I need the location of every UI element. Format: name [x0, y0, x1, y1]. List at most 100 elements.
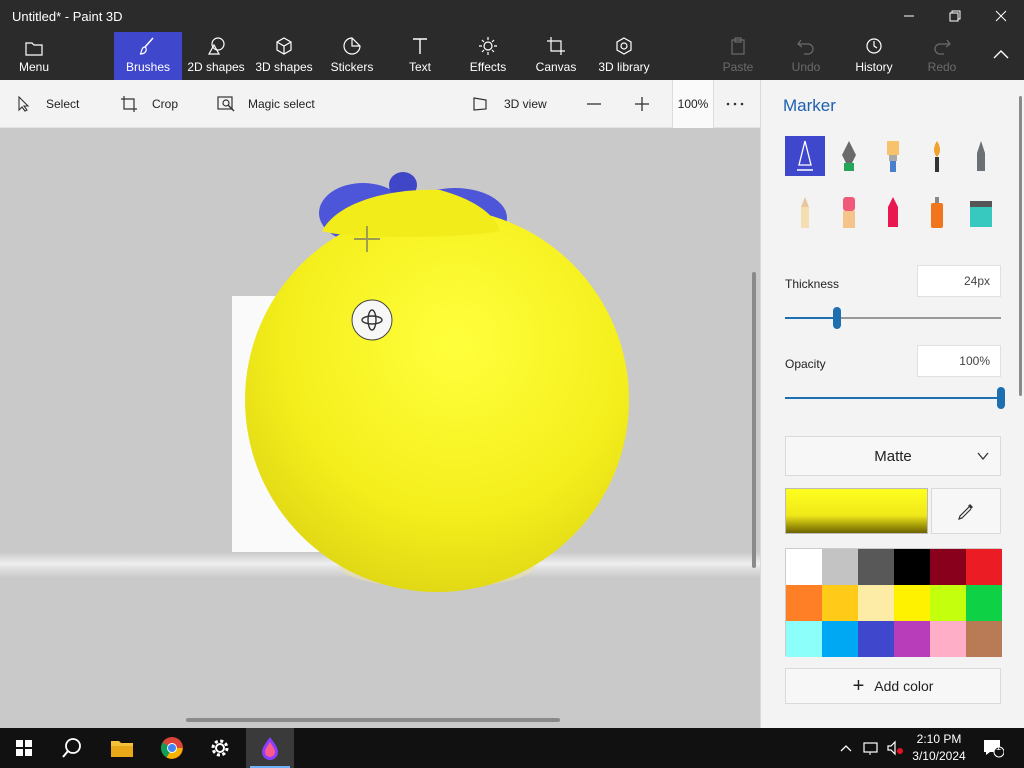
spray-can-brush[interactable]	[917, 192, 957, 232]
color-swatch[interactable]	[786, 585, 822, 621]
color-swatch[interactable]	[858, 549, 894, 585]
color-swatch[interactable]	[786, 549, 822, 585]
ribbon-3d-library[interactable]: 3D library	[590, 32, 658, 80]
volume-button[interactable]	[884, 728, 906, 768]
rotate-handle-icon[interactable]	[350, 298, 394, 342]
chrome-button[interactable]	[148, 728, 196, 768]
crayon-icon	[888, 197, 898, 227]
color-swatch[interactable]	[894, 549, 930, 585]
minimize-icon	[904, 15, 914, 17]
magic-select-tool[interactable]: Magic select	[216, 80, 315, 128]
canvas-crop-icon	[547, 37, 565, 55]
color-swatch[interactable]	[822, 621, 858, 657]
color-palette	[785, 548, 1002, 657]
restore-button[interactable]	[932, 0, 978, 32]
marker-brush[interactable]	[785, 136, 825, 176]
ribbon-2d-shapes[interactable]: 2D shapes	[182, 32, 250, 80]
notification-count: 1	[996, 742, 1002, 752]
more-dots-icon	[726, 102, 744, 106]
color-swatch[interactable]	[858, 585, 894, 621]
color-swatch[interactable]	[966, 549, 1002, 585]
current-color-swatch[interactable]	[785, 488, 928, 534]
start-button[interactable]	[0, 728, 48, 768]
vertical-scrollbar[interactable]	[752, 272, 756, 568]
crayon-brush[interactable]	[873, 192, 913, 232]
color-swatch[interactable]	[858, 621, 894, 657]
zoom-level[interactable]: 100%	[672, 80, 714, 128]
panel-scrollbar[interactable]	[1019, 96, 1022, 396]
close-button[interactable]	[978, 0, 1024, 32]
undo-icon	[797, 39, 814, 55]
eyedropper-button[interactable]	[931, 488, 1001, 534]
watercolor-brush[interactable]	[917, 136, 957, 176]
ribbon-redo[interactable]: Redo	[908, 32, 976, 80]
opacity-slider-thumb[interactable]	[997, 387, 1005, 409]
show-hidden-icons-button[interactable]	[836, 728, 856, 768]
collapse-ribbon-button[interactable]	[978, 32, 1024, 80]
fill-bucket-icon	[970, 201, 992, 227]
ribbon-brushes[interactable]: Brushes	[114, 32, 182, 80]
3d-model-sphere[interactable]	[0, 128, 760, 728]
network-button[interactable]	[860, 728, 882, 768]
minimize-button[interactable]	[886, 0, 932, 32]
pixel-pen-brush[interactable]	[961, 136, 1001, 176]
zoom-out-button[interactable]	[586, 80, 612, 128]
chevron-down-icon	[977, 452, 989, 461]
ribbon-text[interactable]: Text	[386, 32, 454, 80]
paste-icon	[731, 37, 745, 55]
calligraphy-pen-brush[interactable]	[829, 136, 869, 176]
canvas-area[interactable]	[0, 128, 760, 728]
brush-icon	[139, 37, 154, 55]
fill-bucket-brush[interactable]	[961, 192, 1001, 232]
color-swatch[interactable]	[822, 549, 858, 585]
select-tool[interactable]: Select	[16, 80, 79, 128]
search-button[interactable]	[48, 728, 96, 768]
chrome-icon	[161, 737, 183, 759]
close-icon	[995, 10, 1007, 22]
paint-3d-button[interactable]	[246, 728, 294, 768]
ribbon-3d-shapes[interactable]: 3D shapes	[250, 32, 318, 80]
pencil-brush[interactable]	[785, 192, 825, 232]
color-swatch[interactable]	[966, 585, 1002, 621]
thickness-slider-thumb[interactable]	[832, 307, 841, 329]
taskbar: 2:10 PM 3/10/2024 1	[0, 728, 1024, 768]
color-swatch[interactable]	[930, 585, 966, 621]
color-swatch[interactable]	[894, 621, 930, 657]
redo-icon	[934, 39, 951, 55]
chevron-up-icon	[993, 50, 1009, 59]
add-color-button[interactable]: + Add color	[785, 668, 1001, 704]
ribbon-canvas[interactable]: Canvas	[522, 32, 590, 80]
color-swatch[interactable]	[966, 621, 1002, 657]
zoom-in-button[interactable]	[634, 80, 660, 128]
3d-view-toggle[interactable]: 3D view	[472, 80, 547, 128]
ribbon-undo[interactable]: Undo	[772, 32, 840, 80]
oil-brush[interactable]	[873, 136, 913, 176]
ribbon-history[interactable]: History	[840, 32, 908, 80]
thickness-input[interactable]: 24px	[917, 265, 1001, 297]
settings-button[interactable]	[196, 728, 244, 768]
color-swatch[interactable]	[822, 585, 858, 621]
color-swatch[interactable]	[786, 621, 822, 657]
color-swatch[interactable]	[894, 585, 930, 621]
pencil-icon	[801, 197, 809, 228]
folder-icon	[25, 42, 43, 56]
color-swatch[interactable]	[930, 621, 966, 657]
ribbon-paste[interactable]: Paste	[704, 32, 772, 80]
notifications-button[interactable]: 1	[982, 728, 1004, 768]
eraser-brush[interactable]	[829, 192, 869, 232]
restore-icon	[949, 10, 961, 22]
more-options-button[interactable]	[726, 80, 754, 128]
opacity-input[interactable]: 100%	[917, 345, 1001, 377]
watercolor-icon	[934, 141, 940, 172]
material-dropdown[interactable]: Matte	[785, 436, 1001, 476]
crop-tool[interactable]: Crop	[120, 80, 178, 128]
ribbon-stickers[interactable]: Stickers	[318, 32, 386, 80]
ribbon-menu[interactable]: Menu	[0, 32, 68, 80]
file-explorer-button[interactable]	[98, 728, 146, 768]
thickness-slider-fill	[785, 317, 837, 319]
color-swatch[interactable]	[930, 549, 966, 585]
plus-icon: +	[852, 674, 865, 697]
horizontal-scrollbar[interactable]	[186, 718, 560, 722]
system-clock[interactable]: 2:10 PM 3/10/2024	[904, 731, 974, 765]
ribbon-effects[interactable]: Effects	[454, 32, 522, 80]
